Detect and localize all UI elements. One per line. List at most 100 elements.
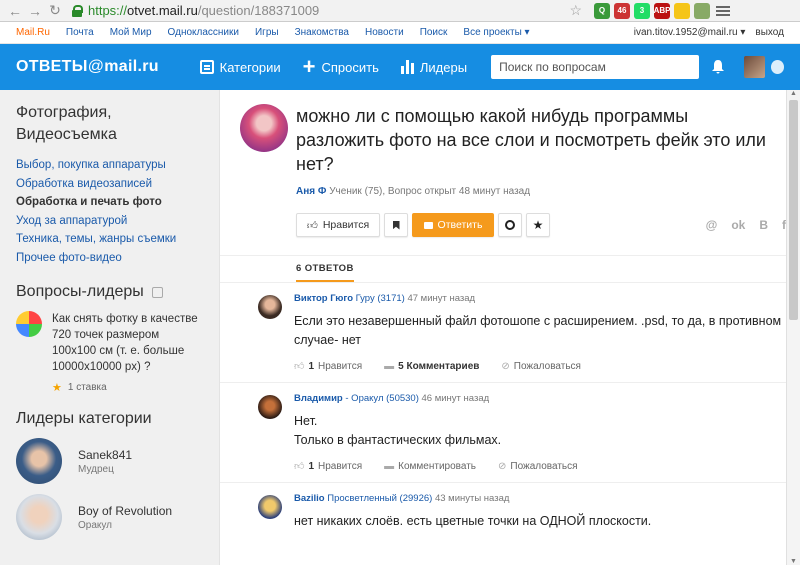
portal-link-ok[interactable]: Одноклассники <box>168 27 239 38</box>
user-avatar[interactable] <box>744 56 765 78</box>
thumbs-up-icon: 👍︎ <box>294 361 305 372</box>
nav-ask[interactable]: + Спросить <box>302 54 379 79</box>
portal-link-mailru[interactable]: Mail.Ru <box>16 27 50 38</box>
browser-toolbar: ← → ↻ https:// otvet.mail.ru /question/1… <box>0 0 800 22</box>
extension-icons: Q 46 3 ABP <box>594 2 710 19</box>
leader-question[interactable]: Как снять фотку в качестве 720 точек раз… <box>16 311 203 394</box>
subcategory-link[interactable]: Техника, темы, жанры съемки <box>16 230 203 249</box>
extension-yellow-icon[interactable] <box>674 2 690 19</box>
thumbs-up-icon: 👍︎ <box>306 219 318 232</box>
notifications-bell-icon[interactable] <box>709 58 726 76</box>
bookmark-button[interactable] <box>384 213 408 237</box>
leader-avatar[interactable] <box>16 494 62 540</box>
reload-icon[interactable]: ↻ <box>46 2 64 20</box>
star-icon: ★ <box>532 218 544 232</box>
search-input[interactable]: Поиск по вопросам <box>491 55 700 79</box>
address-bar[interactable]: https:// otvet.mail.ru /question/1883710… <box>72 2 582 20</box>
extension-green-icon[interactable] <box>694 2 710 19</box>
answer-author-name[interactable]: Виктор Гюго <box>294 293 353 304</box>
answer-actions: 👍︎ 1 Нравится ▬ 5 Комментариев ⊘ Пожаловатьс… <box>294 360 800 373</box>
scroll-up-arrow-icon[interactable]: ▲ <box>787 90 800 97</box>
bookmark-icon <box>392 220 400 230</box>
subcategory-link[interactable]: Обработка видеозаписей <box>16 175 203 194</box>
scroll-down-arrow-icon[interactable]: ▼ <box>787 558 800 565</box>
subcategory-link[interactable]: Выбор, покупка аппаратуры <box>16 156 203 175</box>
portal-link-all-projects[interactable]: Все проекты ▾ <box>463 27 529 38</box>
question-author-avatar[interactable] <box>240 104 288 152</box>
extension-q-icon[interactable]: Q <box>594 2 610 19</box>
header-nav: Категории + Спросить Лидеры <box>199 54 467 79</box>
leader-name[interactable]: Sanek841 <box>78 448 132 462</box>
portal-link-dating[interactable]: Знакомства <box>295 27 349 38</box>
answer-comments-button[interactable]: ▬ Комментировать <box>384 460 476 472</box>
star-button[interactable]: ★ <box>526 213 550 237</box>
logout-link[interactable]: выход <box>755 27 784 38</box>
page-scrollbar[interactable]: ▲ ▼ <box>786 90 800 565</box>
answer-report-button[interactable]: ⊘ Пожаловаться <box>501 360 581 372</box>
question-block: можно ли с помощью какой нибудь программ… <box>220 90 800 176</box>
leader-question-text[interactable]: Как снять фотку в качестве 720 точек раз… <box>52 311 203 375</box>
answer-author-avatar[interactable] <box>258 295 282 319</box>
extra-menu-icon[interactable] <box>770 60 785 74</box>
subcategory-link[interactable]: Уход за аппаратурой <box>16 212 203 231</box>
site-header: ОТВЕТЫ@mail.ru Категории + Спросить Лидер… <box>0 44 800 90</box>
site-logo[interactable]: ОТВЕТЫ@mail.ru <box>16 58 200 76</box>
subcategory-link[interactable]: Прочее фото-видео <box>16 249 203 268</box>
portal-link-games[interactable]: Игры <box>255 27 279 38</box>
leader-name[interactable]: Boy of Revolution <box>78 504 172 518</box>
answer-like-button[interactable]: 👍︎ 1 Нравится <box>294 360 362 373</box>
portal-link-myworld[interactable]: Мой Мир <box>110 27 152 38</box>
extension-s-icon[interactable]: 3 <box>634 2 650 19</box>
block-button[interactable] <box>498 213 522 237</box>
portal-link-search[interactable]: Поиск <box>420 27 448 38</box>
browser-menu-icon[interactable] <box>716 5 730 16</box>
plus-icon: + <box>302 54 316 79</box>
answer-author-rank[interactable]: Просветленный (29926) <box>327 493 432 504</box>
answer-author-name[interactable]: Bazilio <box>294 493 325 504</box>
answer-author-name[interactable]: Владимир <box>294 393 343 404</box>
share-mail-icon[interactable]: @ <box>706 218 718 232</box>
answer-header: Bazilio Просветленный (29926) 43 минуты … <box>294 493 651 504</box>
subcategory-link-active[interactable]: Обработка и печать фото <box>16 193 203 212</box>
bookmark-star-icon[interactable]: ☆ <box>569 2 582 19</box>
scrollbar-thumb[interactable] <box>789 100 798 320</box>
answers-count-tab[interactable]: 6 ОТВЕТОВ <box>220 255 800 283</box>
answer-text: Если это незавершенный файл фотошопе с р… <box>294 314 782 347</box>
question-author-link[interactable]: Аня Ф <box>296 186 326 197</box>
url-path: /question/188371009 <box>197 3 320 18</box>
category-leader[interactable]: Sanek841 Мудрец <box>16 438 203 484</box>
thumbs-up-icon: 👍︎ <box>294 461 305 472</box>
answer-time: 47 минут назад <box>407 293 476 304</box>
category-title: Фотография, Видеосъемка <box>16 104 117 143</box>
answer-item: Владимир - Оракул (50530) 46 минут назад… <box>220 383 800 483</box>
leader-rank: Мудрец <box>78 463 114 475</box>
adblock-icon[interactable]: ABP <box>654 2 670 19</box>
portal-link-mail[interactable]: Почта <box>66 27 94 38</box>
answer-author-avatar[interactable] <box>258 495 282 519</box>
answer-header: Владимир - Оракул (50530) 46 минут назад <box>294 393 578 404</box>
back-icon[interactable]: ← <box>6 2 24 20</box>
answer-button[interactable]: Ответить <box>412 213 494 237</box>
category-leader[interactable]: Boy of Revolution Оракул <box>16 494 203 540</box>
leader-avatar[interactable] <box>16 438 62 484</box>
user-menu[interactable]: ivan.titov.1952@mail.ru ▾ <box>634 27 746 38</box>
leaders-icon <box>400 60 414 74</box>
ban-icon <box>505 220 515 230</box>
share-ok-icon[interactable]: ok <box>731 218 745 232</box>
answer-like-button[interactable]: 👍︎ 1 Нравится <box>294 460 362 473</box>
nav-categories[interactable]: Категории <box>199 60 281 75</box>
answer-report-button[interactable]: ⊘ Пожаловаться <box>498 460 578 472</box>
answer-author-rank[interactable]: - Оракул (50530) <box>345 393 419 404</box>
leader-question-stat: ★ 1 ставка <box>52 382 107 394</box>
info-box-icon[interactable] <box>151 286 163 298</box>
report-icon: ⊘ <box>501 360 510 372</box>
extension-badge-icon[interactable]: 46 <box>614 2 630 19</box>
answer-author-avatar[interactable] <box>258 395 282 419</box>
forward-icon[interactable]: → <box>26 2 44 20</box>
answer-author-rank[interactable]: Гуру (3171) <box>356 293 405 304</box>
nav-leaders[interactable]: Лидеры <box>400 60 467 75</box>
share-vk-icon[interactable]: B <box>759 218 768 232</box>
portal-link-news[interactable]: Новости <box>365 27 404 38</box>
answer-comments-button[interactable]: ▬ 5 Комментариев <box>384 360 479 372</box>
like-button[interactable]: 👍︎ Нравится <box>296 213 380 237</box>
